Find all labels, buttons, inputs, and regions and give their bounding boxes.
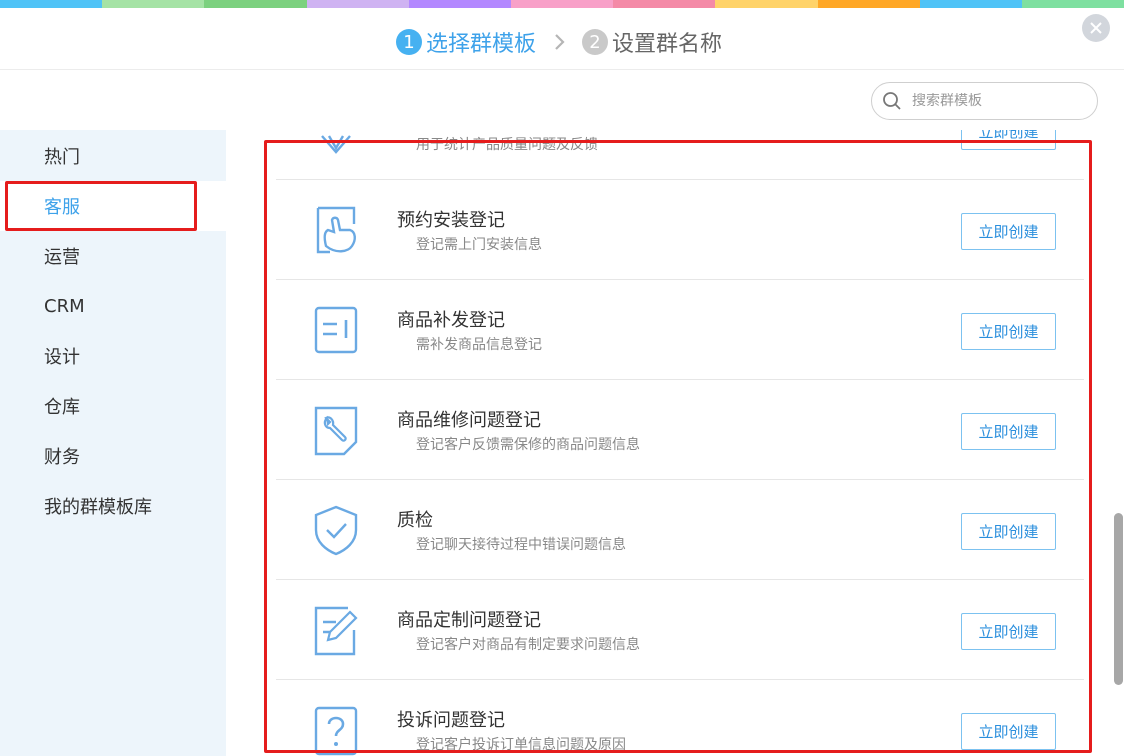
close-icon [1090,22,1102,34]
template-dialog: 1 选择群模板 2 设置群名称 热门 客服 [0,0,1124,756]
step-2-number: 2 [582,29,609,55]
sidebar-item-crm[interactable]: CRM [0,281,226,331]
step-2-label: 设置群名称 [612,32,723,57]
search-box[interactable] [871,82,1098,120]
sidebar-item-finance[interactable]: 财务 [0,431,226,481]
chevron-right-icon [554,28,568,56]
sidebar-item-hot[interactable]: 热门 [0,131,226,181]
step-1-label: 选择群模板 [426,32,537,57]
search-icon [883,92,901,110]
highlight-box-sidebar [5,181,197,231]
step-indicator: 1 选择群模板 2 设置群名称 [396,26,722,58]
search-row [0,71,1124,129]
close-button[interactable] [1082,14,1110,42]
dialog-header: 1 选择群模板 2 设置群名称 [0,8,1124,70]
step-1: 1 选择群模板 [396,26,536,58]
step-1-number: 1 [396,29,422,55]
sidebar-item-design[interactable]: 设计 [0,331,226,381]
search-input[interactable] [912,93,1082,109]
rainbow-strip [0,0,1124,8]
step-2: 2 设置群名称 [582,26,722,58]
highlight-box-list [264,140,1092,753]
sidebar-item-operations[interactable]: 运营 [0,231,226,281]
sidebar-item-my-templates[interactable]: 我的群模板库 [0,481,226,531]
scrollbar-thumb[interactable] [1114,513,1123,685]
sidebar-item-warehouse[interactable]: 仓库 [0,381,226,431]
